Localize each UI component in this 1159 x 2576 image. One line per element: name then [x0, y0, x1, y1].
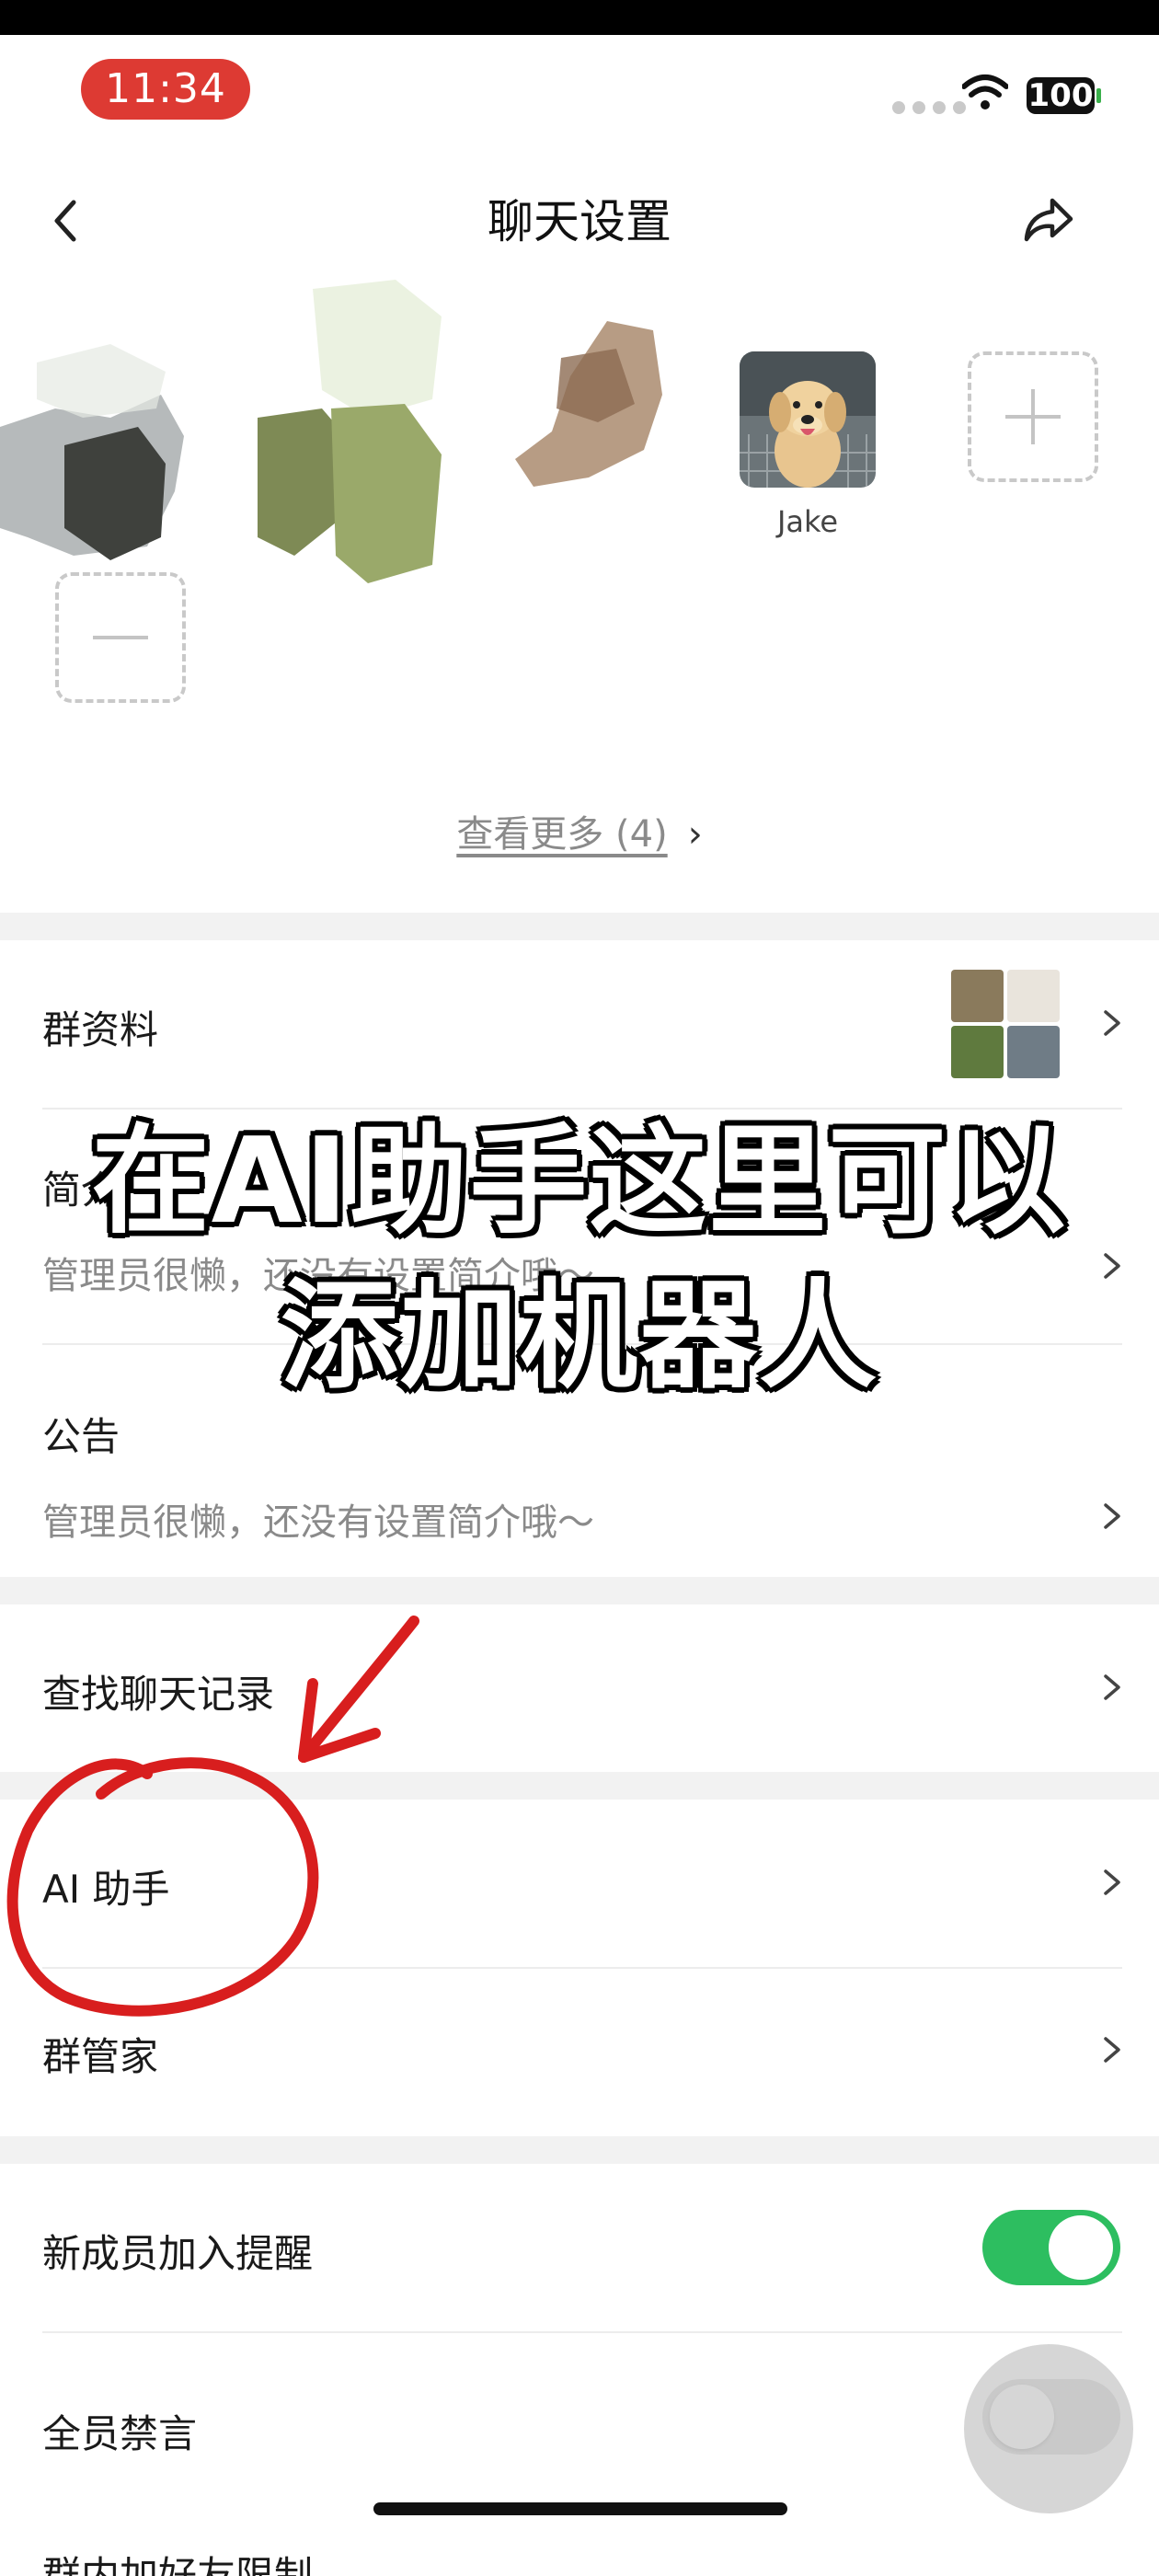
group-butler-label: 群管家	[42, 2034, 159, 2079]
mute-all-label: 全员禁言	[42, 2411, 198, 2456]
chevron-right-icon	[1104, 2037, 1120, 2063]
search-history-label: 查找聊天记录	[42, 1672, 275, 1717]
minus-icon	[93, 636, 148, 639]
wifi-icon	[962, 75, 1008, 109]
ai-assistant-label: AI 助手	[42, 1867, 170, 1912]
toggle-knob	[1049, 2215, 1113, 2280]
add-member-button[interactable]	[968, 351, 1098, 482]
share-icon[interactable]	[1012, 184, 1085, 258]
new-member-alert-label: 新成员加入提醒	[42, 2231, 314, 2276]
new-member-alert-toggle[interactable]	[982, 2210, 1120, 2285]
member-name-jake: Jake	[776, 504, 839, 539]
member-grid: Jake 查看更多 (4) ›	[0, 280, 1159, 913]
plus-icon	[1005, 389, 1061, 444]
ai-section: AI 助手 群管家	[0, 1800, 1159, 2136]
cellular-signal-icon	[892, 101, 966, 114]
home-indicator	[373, 2502, 787, 2515]
top-black-strip	[0, 0, 1159, 35]
remove-member-button[interactable]	[55, 572, 186, 703]
overlay-caption-line1: 在AI助手这里可以	[91, 1113, 1068, 1250]
group-butler-row[interactable]: 群管家	[0, 1969, 1159, 2136]
assistive-touch-button[interactable]	[964, 2344, 1133, 2513]
chevron-right-icon	[1104, 1503, 1120, 1529]
group-avatar-thumbnail	[951, 970, 1060, 1078]
group-info-label: 群资料	[42, 1007, 159, 1052]
search-section: 查找聊天记录	[0, 1604, 1159, 1772]
partial-settings-label: 群内加好友限制	[42, 2553, 314, 2576]
chevron-right-icon	[1104, 1010, 1120, 1036]
see-more-members-link[interactable]: 查看更多 (4) ›	[0, 804, 1159, 857]
battery-level: 100	[1027, 77, 1095, 114]
ai-assistant-row[interactable]: AI 助手	[0, 1800, 1159, 1967]
notice-label: 公告	[42, 1414, 120, 1459]
status-time: 11:34	[81, 59, 250, 120]
blurred-member-avatar[interactable]	[0, 307, 202, 583]
battery-tip	[1096, 88, 1101, 103]
chevron-right-icon	[1104, 1869, 1120, 1895]
overlay-caption-line2: 添加机器人	[280, 1268, 878, 1405]
partial-settings-row: 群内加好友限制	[0, 2524, 1159, 2576]
status-bar: 11:34 100	[0, 35, 1159, 164]
search-history-row[interactable]: 查找聊天记录	[0, 1604, 1159, 1772]
page-title: 聊天设置	[488, 195, 671, 248]
see-more-label: 查看更多 (4)	[456, 813, 668, 856]
blurred-member-avatar[interactable]	[506, 321, 671, 514]
member-avatar-jake[interactable]	[740, 351, 876, 488]
chevron-right-icon: ›	[687, 813, 703, 856]
chevron-right-icon	[1104, 1674, 1120, 1700]
notice-value: 管理员很懒，还没有设置简介哦～	[42, 1501, 594, 1544]
navigation-bar: 聊天设置	[0, 164, 1159, 280]
blurred-member-avatar[interactable]	[248, 280, 460, 592]
